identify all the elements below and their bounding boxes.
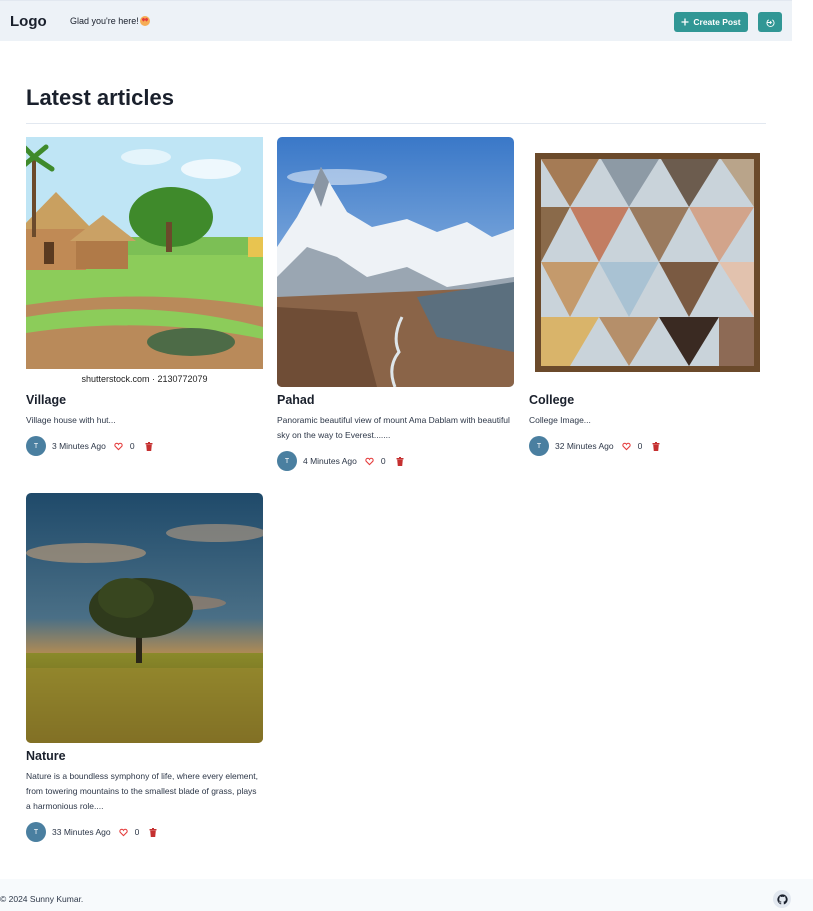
article-image[interactable]: shutterstock.com · 2130772079 [26,137,263,387]
avatar[interactable]: T [26,436,46,456]
greeting-text: Glad you're here! [70,16,150,26]
avatar[interactable]: T [529,436,549,456]
divider [26,123,766,124]
top-navbar: Logo Glad you're here! Create Post [0,0,792,41]
article-image[interactable] [26,493,263,743]
footer: © 2024 Sunny Kumar. [0,879,813,911]
like-count: 0 [129,441,135,451]
article-time: 4 Minutes Ago [303,456,357,466]
avatar[interactable]: T [277,451,297,471]
trash-icon[interactable] [149,827,157,837]
article-description: Nature is a boundless symphony of life, … [26,771,258,811]
article-image[interactable] [277,137,514,387]
github-link[interactable] [773,890,791,908]
image-watermark-caption: shutterstock.com · 2130772079 [81,374,207,384]
logout-icon [766,18,774,27]
create-post-button[interactable]: Create Post [674,12,748,32]
article-time: 33 Minutes Ago [52,827,111,837]
article-description: College Image... [529,415,591,425]
article-card[interactable]: Nature Nature is a boundless symphony of… [26,493,263,842]
heart-icon[interactable] [365,457,374,466]
article-card[interactable]: shutterstock.com · 2130772079 Village Vi… [26,137,263,456]
create-post-label: Create Post [693,17,741,27]
trash-icon[interactable] [396,456,404,466]
logo[interactable]: Logo [10,13,47,30]
like-count: 0 [134,827,140,837]
like-count: 0 [380,456,386,466]
moon-icon[interactable] [643,15,655,27]
article-title[interactable]: College [529,393,766,407]
logout-button[interactable] [758,12,782,32]
tree-sunset-photo [26,493,263,743]
greeting-label: Glad you're here! [70,16,139,26]
avatar[interactable]: T [26,822,46,842]
heart-icon[interactable] [114,442,123,451]
article-time: 3 Minutes Ago [52,441,106,451]
article-title[interactable]: Village [26,393,263,407]
mountain-photo [277,137,514,387]
plus-icon [681,18,689,26]
collage-photo [529,137,766,387]
like-count: 0 [637,441,643,451]
article-meta: T 32 Minutes Ago 0 [529,436,766,456]
article-card[interactable]: College College Image... T 32 Minutes Ag… [529,137,766,456]
article-time: 32 Minutes Ago [555,441,614,451]
trash-icon[interactable] [145,441,153,451]
article-title[interactable]: Nature [26,749,263,763]
article-meta: T 4 Minutes Ago 0 [277,451,514,471]
page-title: Latest articles [26,85,174,110]
heart-icon[interactable] [621,442,631,451]
village-illustration: shutterstock.com · 2130772079 [26,137,263,387]
heart-eyes-emoji-icon [139,16,150,26]
github-icon [776,893,788,904]
article-meta: T 3 Minutes Ago 0 [26,436,263,456]
article-meta: T 33 Minutes Ago 0 [26,822,263,842]
article-title[interactable]: Pahad [277,393,514,407]
article-image[interactable] [529,137,766,387]
heart-icon[interactable] [118,828,128,837]
copyright-text: © 2024 Sunny Kumar. [0,894,84,904]
article-card[interactable]: Pahad Panoramic beautiful view of mount … [277,137,514,471]
article-description: Village house with hut... [26,415,116,425]
trash-icon[interactable] [652,441,660,451]
article-description: Panoramic beautiful view of mount Ama Da… [277,415,510,440]
